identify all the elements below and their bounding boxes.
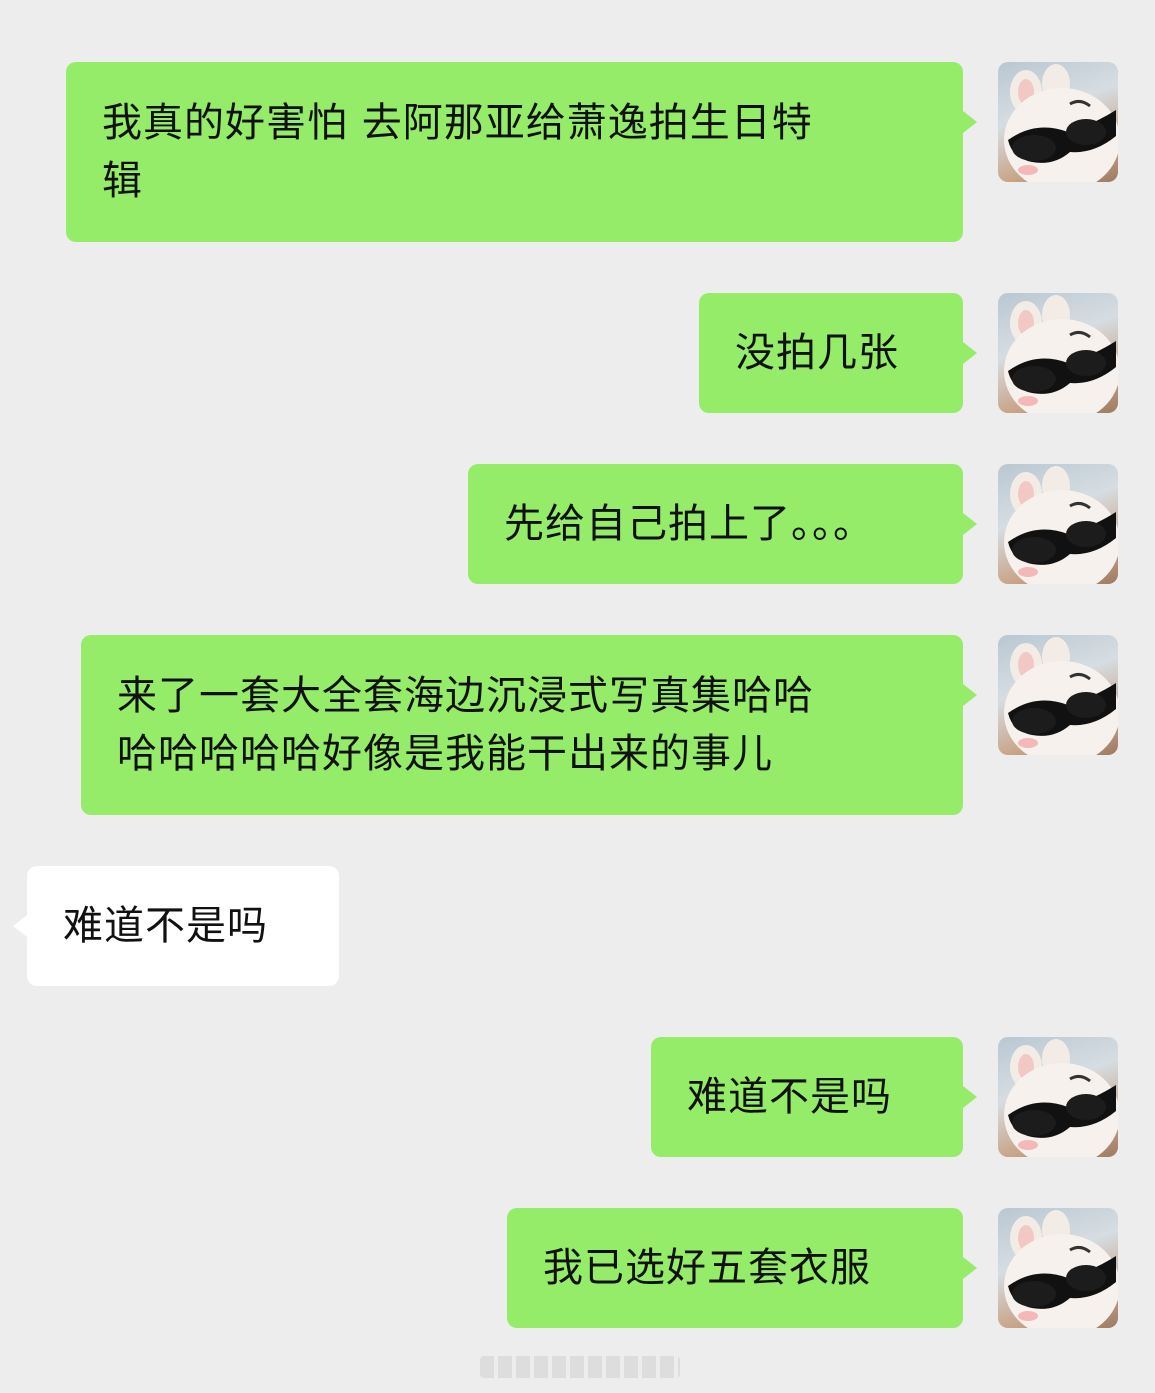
avatar-image <box>1004 1210 1118 1328</box>
message-bubble-sent[interactable]: 没拍几张 <box>699 293 963 413</box>
message-bubble-sent[interactable]: 我真的好害怕 去阿那亚给萧逸拍生日特 辑 <box>66 62 963 242</box>
bubble-tail <box>963 342 977 364</box>
bunny-sunglasses-avatar-icon[interactable] <box>998 464 1118 584</box>
bunny-sunglasses-avatar-icon[interactable] <box>998 635 1118 755</box>
message-bubble-sent[interactable]: 先给自己拍上了。。。 <box>468 464 963 584</box>
bubble-tail <box>963 684 977 706</box>
message-bubble-sent[interactable]: 我已选好五套衣服 <box>507 1208 963 1328</box>
bubble-tail <box>963 111 977 133</box>
bubble-tail <box>963 1086 977 1108</box>
bunny-sunglasses-avatar-icon[interactable] <box>998 1208 1118 1328</box>
avatar-image <box>1004 1039 1118 1157</box>
bubble-tail <box>13 915 27 937</box>
avatar-image <box>1004 466 1118 584</box>
bunny-sunglasses-avatar-icon[interactable] <box>998 293 1118 413</box>
message-bubble-received[interactable]: 难道不是吗 <box>27 866 339 986</box>
bubble-tail <box>963 513 977 535</box>
watermark <box>480 1356 680 1378</box>
avatar-image <box>1004 637 1118 755</box>
bubble-tail <box>963 1257 977 1279</box>
message-bubble-sent[interactable]: 来了一套大全套海边沉浸式写真集哈哈 哈哈哈哈哈好像是我能干出来的事儿 <box>81 635 963 815</box>
avatar-image <box>1004 64 1118 182</box>
bunny-sunglasses-avatar-icon[interactable] <box>998 62 1118 182</box>
avatar-image <box>1004 295 1118 413</box>
bunny-sunglasses-avatar-icon[interactable] <box>998 1037 1118 1157</box>
message-bubble-sent[interactable]: 难道不是吗 <box>651 1037 963 1157</box>
